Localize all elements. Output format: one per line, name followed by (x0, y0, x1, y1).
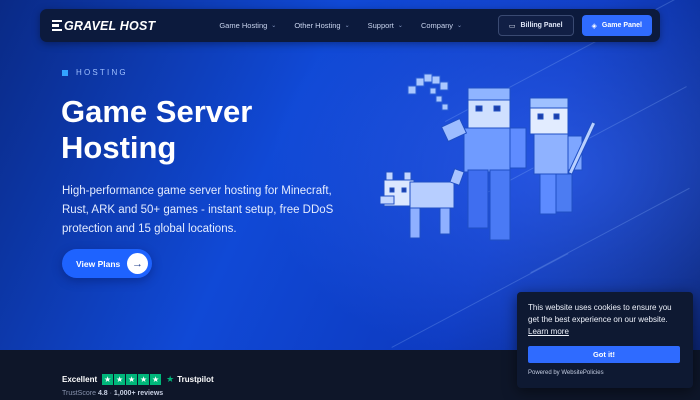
menu-item-company[interactable]: Company ⌄ (421, 21, 462, 30)
hero-eyebrow: HOSTING (62, 68, 128, 77)
trustscore-text: TrustScore 4.8 · 1,000+ reviews (62, 390, 164, 397)
hero-description: High-performance game server hosting for… (62, 185, 334, 235)
trustpilot-widget[interactable]: Excellent ★ ★ ★ ★ ★ ★ Trustpilot (62, 374, 214, 385)
wolf-character (380, 168, 465, 239)
game-panel-button[interactable]: ◈ Game Panel (581, 15, 652, 36)
chevron-down-icon: ⌄ (271, 23, 277, 29)
monitor-icon: ▭ (508, 22, 516, 30)
view-plans-button[interactable]: View Plans → (62, 249, 152, 278)
pickaxe-icon (407, 73, 449, 111)
trustpilot-star-icon: ★ (166, 374, 175, 384)
cookie-banner: This website uses cookies to ensure you … (517, 292, 693, 388)
chevron-down-icon: ⌄ (344, 23, 350, 29)
layers-icon: ◈ (591, 22, 597, 30)
chevron-down-icon: ⌄ (457, 23, 463, 29)
star-icon: ★ (138, 374, 150, 385)
star-icon: ★ (150, 374, 162, 385)
menu-item-support[interactable]: Support ⌄ (368, 21, 403, 30)
star-icon: ★ (126, 374, 138, 385)
arrow-right-icon: → (127, 253, 148, 274)
star-icon: ★ (102, 374, 114, 385)
star-icon: ★ (114, 374, 126, 385)
cookie-accept-button[interactable]: Got it! (528, 346, 680, 363)
main-menu: Game Hosting ⌄ Other Hosting ⌄ Support ⌄ Co… (219, 21, 462, 30)
alex-character (529, 97, 597, 215)
top-navbar: GRAVEL HOST Game Hosting ⌄ Other Hosting ⌄… (40, 9, 660, 42)
logo-text: GRAVEL HOST (64, 18, 156, 33)
trustpilot-stars: ★ ★ ★ ★ ★ (102, 374, 162, 385)
trustpilot-rating-word: Excellent (62, 375, 98, 384)
square-bullet-icon (62, 69, 68, 76)
learn-more-link[interactable]: Learn more (528, 327, 569, 336)
billing-panel-button[interactable]: ▭ Billing Panel (497, 15, 574, 36)
chevron-down-icon: ⌄ (397, 23, 403, 29)
hero-title: Game Server Hosting (61, 94, 253, 165)
trustpilot-brand: ★ Trustpilot (166, 374, 214, 384)
cookie-message: This website uses cookies to ensure you … (528, 303, 672, 336)
site-logo[interactable]: GRAVEL HOST (52, 19, 155, 33)
steve-character (440, 87, 527, 241)
menu-item-game-hosting[interactable]: Game Hosting ⌄ (219, 21, 276, 30)
menu-item-other-hosting[interactable]: Other Hosting ⌄ (294, 21, 349, 30)
cookie-powered-by[interactable]: Powered by WebsitePolicies (528, 370, 604, 376)
logo-icon (52, 19, 62, 32)
minecraft-characters-illustration (380, 73, 597, 241)
